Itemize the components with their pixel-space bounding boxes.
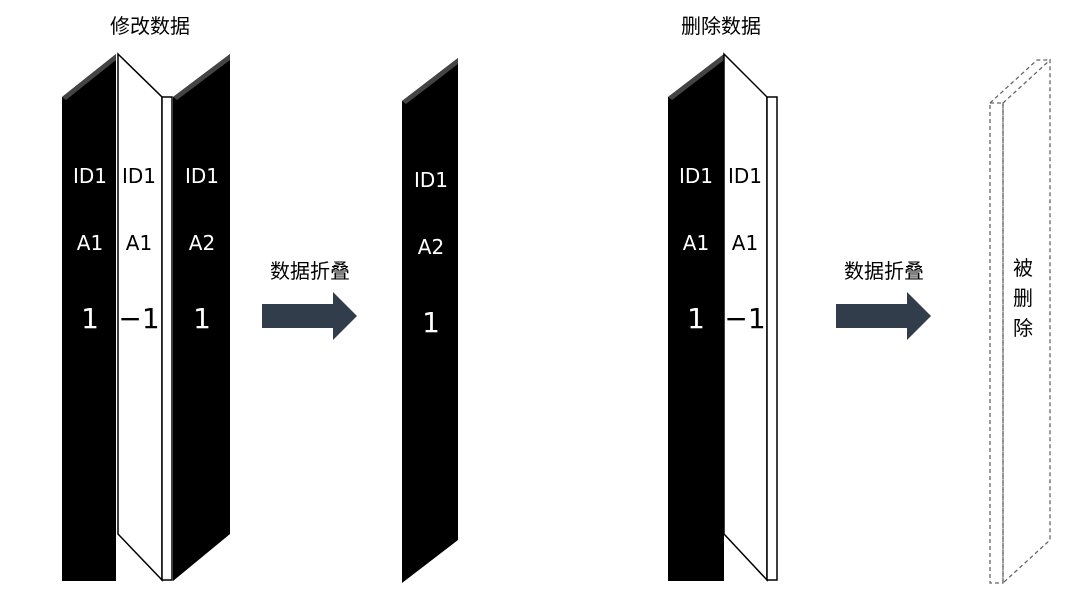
left-block-3-attr: A2 — [189, 231, 215, 255]
left-block-1: ID1 A1 1 — [62, 54, 116, 581]
left-result-id: ID1 — [414, 168, 448, 192]
left-block-1-value: 1 — [81, 302, 99, 335]
left-block-3: ID1 A2 1 — [173, 54, 230, 581]
left-result-attr: A2 — [418, 235, 444, 259]
right-block-1: ID1 A1 1 — [668, 54, 724, 581]
left-block-1-attr: A1 — [77, 231, 103, 255]
left-block-2: ID1 A1 −1 — [117, 52, 173, 582]
right-panel-title: 删除数据 — [681, 14, 761, 38]
right-block-1-value: 1 — [687, 302, 705, 335]
right-block-2-attr: A1 — [732, 231, 758, 255]
left-result-block: ID1 A2 1 — [402, 58, 458, 583]
left-block-3-id: ID1 — [185, 164, 219, 188]
left-block-3-value: 1 — [193, 302, 211, 335]
right-block-1-attr: A1 — [683, 231, 709, 255]
right-block-2-id: ID1 — [728, 164, 762, 188]
right-block-1-id: ID1 — [679, 164, 713, 188]
left-result-value: 1 — [422, 306, 440, 339]
left-block-2-value: −1 — [118, 302, 159, 335]
left-arrow-label: 数据折叠 — [270, 259, 350, 283]
right-fold-arrow — [836, 292, 931, 340]
deleted-label-char-1: 被 — [1013, 256, 1033, 280]
deleted-label-char-2: 删 — [1013, 286, 1033, 310]
left-block-2-attr: A1 — [126, 231, 152, 255]
right-block-2: ID1 A1 −1 — [723, 52, 778, 582]
left-block-1-id: ID1 — [73, 164, 107, 188]
right-arrow-label: 数据折叠 — [844, 259, 924, 283]
deleted-label-char-3: 除 — [1013, 316, 1033, 340]
left-panel-title: 修改数据 — [110, 14, 190, 38]
left-block-2-id: ID1 — [122, 164, 156, 188]
data-folding-diagram: 修改数据 ID1 A1 1 ID1 A1 −1 ID1 A2 1 数据折叠 ID… — [62, 14, 1051, 585]
right-block-2-value: −1 — [724, 302, 765, 335]
left-fold-arrow — [262, 292, 357, 340]
